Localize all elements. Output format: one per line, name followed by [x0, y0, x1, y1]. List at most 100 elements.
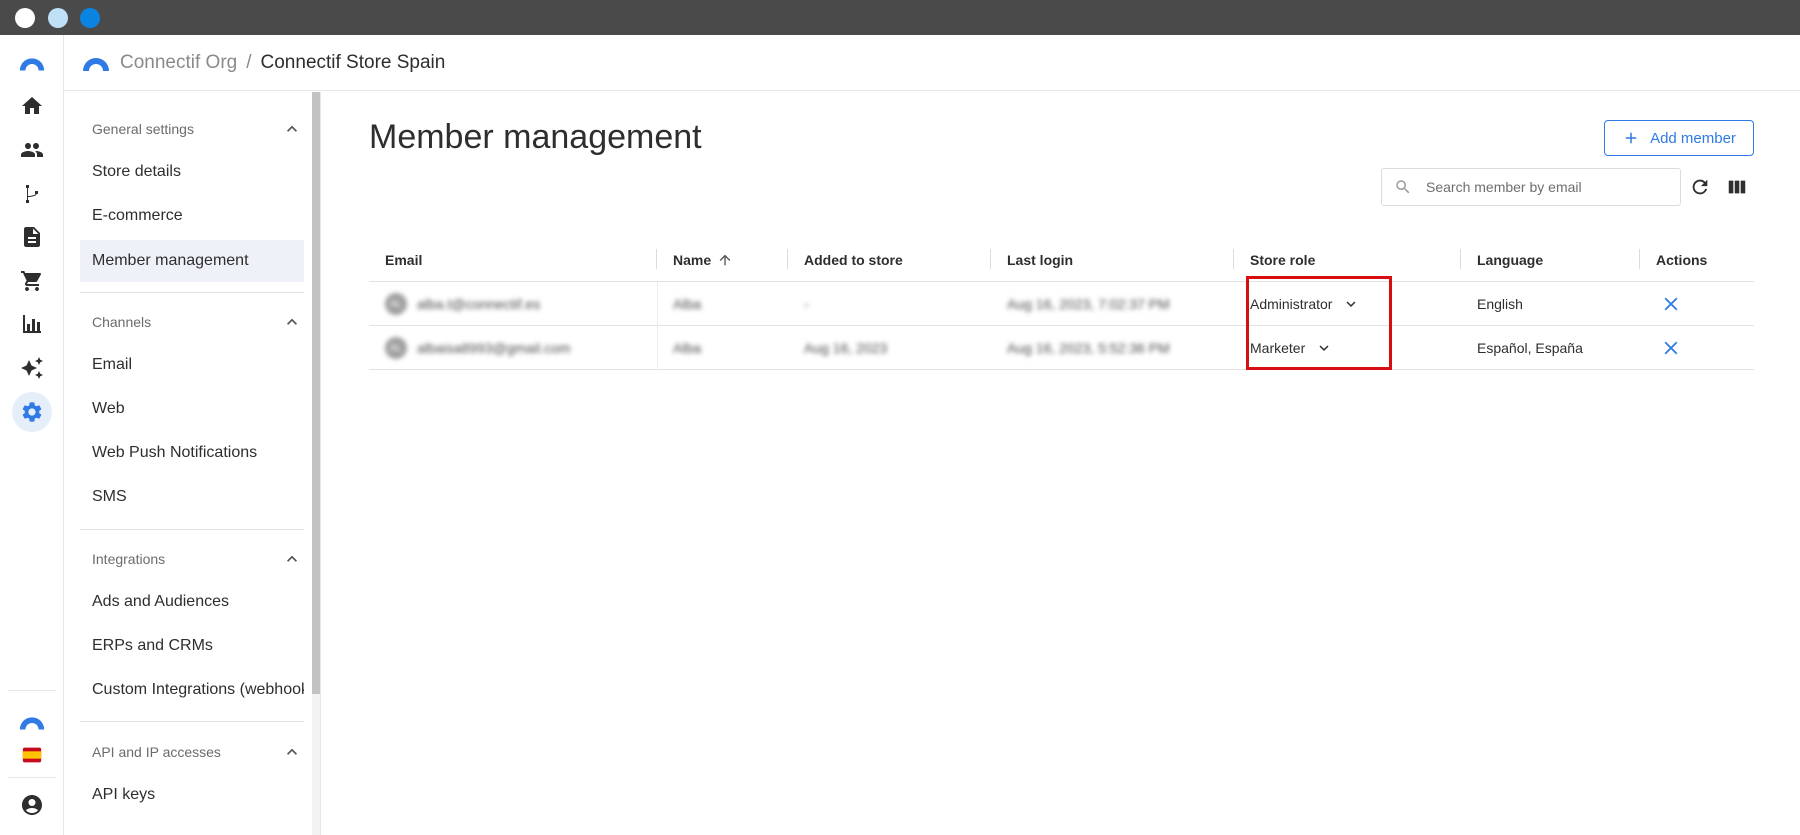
chevron-up-icon — [287, 125, 297, 132]
column-header-actions: Actions — [1640, 237, 1754, 282]
member-name: Alba — [673, 296, 702, 312]
chevron-up-icon — [287, 555, 297, 562]
sidebar-item-member-management[interactable]: Member management — [80, 240, 304, 282]
ai-sparkle-icon[interactable] — [12, 348, 52, 388]
section-general-settings[interactable]: General settings — [80, 109, 302, 149]
member-language: English — [1477, 296, 1523, 312]
refresh-button[interactable] — [1687, 174, 1713, 200]
store-role-cell: Administrator — [1234, 282, 1461, 326]
sidebar-item-store-details[interactable]: Store details — [80, 151, 304, 193]
member-last-login: Aug 16, 2023, 5:52:36 PM — [1007, 340, 1170, 356]
column-header-added[interactable]: Added to store — [788, 237, 991, 282]
member-language: Español, España — [1477, 340, 1583, 356]
section-title: API and IP accesses — [92, 744, 221, 760]
email-text: albaisa8993@gmail.com — [417, 340, 571, 356]
chevron-up-icon — [287, 748, 297, 755]
avatar: AL — [385, 337, 407, 359]
connectif-logo-icon[interactable] — [12, 43, 52, 83]
spain-flag-icon[interactable] — [12, 735, 52, 775]
settings-sidebar: General settings Store details E-commerc… — [64, 92, 320, 835]
column-header-last-login[interactable]: Last login — [991, 237, 1234, 282]
column-label: Actions — [1656, 251, 1708, 268]
analytics-icon[interactable] — [12, 304, 52, 344]
store-role-cell: Marketer — [1234, 326, 1461, 370]
close-icon — [1664, 341, 1678, 355]
avatar: AL — [385, 293, 407, 315]
members-table: Email Name Added to store Last login Sto… — [369, 237, 1754, 370]
home-icon[interactable] — [12, 86, 52, 126]
connectif-logo-icon — [83, 57, 109, 71]
section-channels[interactable]: Channels — [80, 302, 302, 342]
rail-divider — [8, 777, 56, 778]
refresh-icon — [1692, 179, 1708, 195]
sidebar-item-erps-crms[interactable]: ERPs and CRMs — [80, 625, 304, 667]
window-maximize-dot[interactable] — [80, 8, 100, 28]
chevron-down-icon — [1319, 345, 1329, 351]
add-member-label: Add member — [1650, 129, 1736, 147]
sidebar-item-sms[interactable]: SMS — [80, 476, 304, 518]
sidebar-item-custom-integrations[interactable]: Custom Integrations (webhooks) — [80, 669, 304, 711]
member-added: - — [804, 296, 809, 312]
sidebar-item-web-push[interactable]: Web Push Notifications — [80, 432, 304, 474]
actions-cell — [1640, 326, 1754, 370]
window-titlebar — [0, 0, 1800, 35]
columns-button[interactable] — [1724, 174, 1750, 200]
sidebar-item-api-keys[interactable]: API keys — [80, 774, 304, 816]
chevron-down-icon — [1346, 301, 1356, 307]
page-title: Member management — [369, 118, 702, 156]
store-role-value: Administrator — [1250, 296, 1333, 312]
sidebar-divider — [80, 529, 304, 530]
rail-divider — [8, 690, 56, 691]
column-label: Email — [385, 251, 423, 268]
chevron-up-icon — [287, 318, 297, 325]
breadcrumb: Connectif Org / Connectif Store Spain — [64, 35, 1800, 91]
table-row: AL albaisa8993@gmail.com Alba Aug 16, 202… — [369, 326, 1754, 370]
column-header-email[interactable]: Email — [369, 237, 657, 282]
section-title: Integrations — [92, 551, 166, 567]
sidebar-divider — [80, 292, 304, 293]
column-header-name[interactable]: Name — [657, 237, 788, 282]
remove-member-button[interactable] — [1656, 333, 1686, 363]
columns-icon — [1728, 180, 1746, 194]
member-added: Aug 16, 2023 — [804, 340, 888, 356]
column-label: Store role — [1250, 251, 1316, 268]
sidebar-scrollbar[interactable] — [312, 92, 320, 835]
search-input[interactable] — [1426, 179, 1656, 195]
plus-icon — [1625, 132, 1637, 144]
table-row: AL alba.t@connectif.es Alba - Aug 16, 202… — [369, 282, 1754, 326]
window-minimize-dot[interactable] — [48, 8, 68, 28]
column-header-store-role[interactable]: Store role — [1234, 237, 1461, 282]
table-header: Email Name Added to store Last login Sto… — [369, 237, 1754, 282]
breadcrumb-separator: / — [246, 51, 252, 73]
sidebar-scroll-thumb[interactable] — [312, 92, 320, 694]
settings-icon[interactable] — [12, 392, 52, 432]
icon-rail — [0, 35, 64, 835]
breadcrumb-store[interactable]: Connectif Store Spain — [261, 52, 446, 74]
section-api-ip[interactable]: API and IP accesses — [80, 732, 302, 772]
member-email: AL alba.t@connectif.es — [369, 282, 657, 326]
account-icon[interactable] — [12, 785, 52, 825]
window-close-dot[interactable] — [15, 8, 35, 28]
sidebar-item-email[interactable]: Email — [80, 344, 304, 386]
sidebar-divider — [80, 721, 304, 722]
section-integrations[interactable]: Integrations — [80, 539, 302, 579]
column-header-language[interactable]: Language — [1461, 237, 1640, 282]
add-member-button[interactable]: Add member — [1604, 120, 1754, 156]
search-icon — [1396, 180, 1410, 194]
people-icon[interactable] — [12, 130, 52, 170]
content-icon[interactable] — [12, 217, 52, 257]
workflow-icon[interactable] — [12, 174, 52, 214]
sidebar-item-web[interactable]: Web — [80, 388, 304, 430]
member-email: AL albaisa8993@gmail.com — [369, 326, 657, 370]
sidebar-item-e-commerce[interactable]: E-commerce — [80, 195, 304, 237]
breadcrumb-org[interactable]: Connectif Org — [120, 52, 237, 74]
email-text: alba.t@connectif.es — [417, 296, 541, 312]
store-role-select[interactable]: Marketer — [1250, 339, 1333, 357]
remove-member-button[interactable] — [1656, 289, 1686, 319]
search-member-field[interactable] — [1381, 168, 1681, 206]
cart-icon[interactable] — [12, 261, 52, 301]
section-title: General settings — [92, 121, 194, 137]
store-role-select[interactable]: Administrator — [1250, 295, 1360, 313]
main-content: Member management Add member Email Name … — [320, 92, 1800, 835]
sidebar-item-ads-audiences[interactable]: Ads and Audiences — [80, 581, 304, 623]
